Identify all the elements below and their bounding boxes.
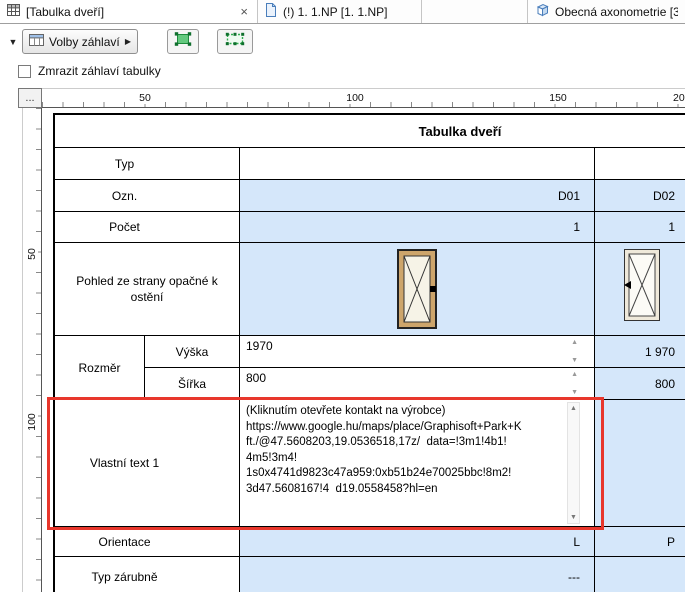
ellipsis-label: ...	[25, 92, 34, 104]
freeze-header-label: Zmrazit záhlaví tabulky	[38, 64, 161, 78]
tab-bar: [Tabulka dveří] × (!) 1. 1.NP [1. 1.NP]	[0, 0, 685, 24]
door-d02-preview-icon	[624, 249, 660, 324]
width-value: 800	[246, 371, 266, 385]
marquee-filled-button[interactable]	[167, 29, 199, 54]
cell-typ-d01[interactable]	[240, 148, 595, 180]
ruler-label: 100	[343, 92, 367, 104]
cell-door-preview-d01[interactable]	[240, 243, 595, 336]
height-value: 1970	[246, 339, 273, 353]
cell-ozn-d01[interactable]: D01	[240, 180, 595, 212]
cell-pocet-d02[interactable]: 1	[595, 212, 685, 243]
scroll-down-icon[interactable]: ▼	[568, 514, 579, 521]
spin-up-icon[interactable]: ▲	[571, 371, 578, 378]
marquee-filled-icon	[174, 32, 192, 51]
row-label-vyska[interactable]: Výška	[145, 336, 240, 368]
row-label-vlastni-text[interactable]: Vlastní text 1	[55, 400, 240, 527]
cell-vyska-d02[interactable]: 1 970	[595, 336, 685, 368]
ruler-label: 20	[670, 92, 685, 104]
cell-sirka-d01[interactable]: 800 ▲ ▼	[240, 368, 595, 400]
ruler-label: 50	[26, 244, 38, 264]
custom-text-value: (Kliknutím otevřete kontakt na výrobce) …	[246, 404, 558, 497]
row-label-orientace[interactable]: Orientace	[55, 527, 240, 557]
cell-scrollbar[interactable]: ▲ ▼	[567, 402, 580, 524]
tab-door-schedule[interactable]: [Tabulka dveří] ×	[0, 0, 258, 23]
marquee-outline-icon	[225, 32, 245, 51]
cell-ozn-d02[interactable]: D02	[595, 180, 685, 212]
scroll-up-icon[interactable]: ▲	[568, 405, 579, 412]
cell-zarubne-d01[interactable]: ---	[240, 557, 595, 592]
ruler-tick-marks	[36, 108, 41, 592]
row-label-pocet[interactable]: Počet	[55, 212, 240, 243]
header-options-button[interactable]: Volby záhlaví ▶	[22, 29, 138, 54]
spin-down-icon[interactable]: ▼	[571, 389, 578, 396]
schedule-table-icon	[7, 4, 20, 19]
header-options-icon	[29, 34, 44, 49]
freeze-header-row: Zmrazit záhlaví tabulky	[18, 64, 161, 78]
ruler-label: 100	[26, 412, 38, 432]
door-schedule-table: Tabulka dveří Typ Ozn. D01 D02 Počet 1 1…	[53, 113, 685, 592]
toolbar-pulldown-icon[interactable]: ▼	[5, 34, 21, 50]
cell-pocet-d01[interactable]: 1	[240, 212, 595, 243]
ruler-label: 150	[546, 92, 570, 104]
schedule-title[interactable]: Tabulka dveří	[55, 115, 685, 148]
vertical-ruler: 50 100	[22, 108, 42, 592]
row-label-zarubne[interactable]: Typ zárubně	[55, 557, 240, 592]
tab-axonometry[interactable]: Obecná axonometrie [3D / v	[528, 0, 685, 23]
cell-vlastni-text-d02[interactable]	[595, 400, 685, 527]
spin-down-icon[interactable]: ▼	[571, 357, 578, 364]
close-tab-icon[interactable]: ×	[238, 5, 250, 18]
tab-label: [Tabulka dveří]	[26, 5, 104, 19]
ruler-label: 50	[136, 92, 154, 104]
ruler-options-button[interactable]: ...	[18, 88, 42, 108]
cell-typ-d02[interactable]	[595, 148, 685, 180]
axonometry-3d-icon	[535, 3, 549, 20]
spin-up-icon[interactable]: ▲	[571, 339, 578, 346]
row-label-typ[interactable]: Typ	[55, 148, 240, 180]
cell-orientace-d02[interactable]: P	[595, 527, 685, 557]
row-label-pohled[interactable]: Pohled ze strany opačné k ostění	[55, 243, 240, 336]
cell-sirka-d02[interactable]: 800	[595, 368, 685, 400]
row-label-sirka[interactable]: Šířka	[145, 368, 240, 400]
submenu-arrow-icon: ▶	[125, 37, 131, 46]
header-options-label: Volby záhlaví	[49, 35, 120, 49]
cell-vyska-d01[interactable]: 1970 ▲ ▼	[240, 336, 595, 368]
floorplan-document-icon	[265, 3, 277, 20]
tab-label: Obecná axonometrie [3D / v	[555, 5, 678, 19]
horizontal-ruler: 50 100 150 20	[42, 88, 685, 108]
freeze-header-checkbox[interactable]	[18, 65, 31, 78]
cell-zarubne-d02[interactable]	[595, 557, 685, 592]
tab-bar-spacer	[422, 0, 528, 23]
cell-door-preview-d02[interactable]	[595, 243, 685, 336]
marquee-outline-button[interactable]	[217, 29, 253, 54]
tab-floorplan[interactable]: (!) 1. 1.NP [1. 1.NP]	[258, 0, 422, 23]
cell-orientace-d01[interactable]: L	[240, 527, 595, 557]
tab-label: (!) 1. 1.NP [1. 1.NP]	[283, 5, 387, 19]
door-d01-preview-icon	[397, 249, 437, 332]
app-window: [Tabulka dveří] × (!) 1. 1.NP [1. 1.NP]	[0, 0, 685, 592]
schedule-toolbar: ▼ Volby záhlaví ▶	[0, 24, 685, 60]
row-label-ozn[interactable]: Ozn.	[55, 180, 240, 212]
cell-vlastni-text-d01[interactable]: (Kliknutím otevřete kontakt na výrobce) …	[240, 400, 595, 527]
row-label-rozmer[interactable]: Rozměr	[55, 336, 145, 400]
